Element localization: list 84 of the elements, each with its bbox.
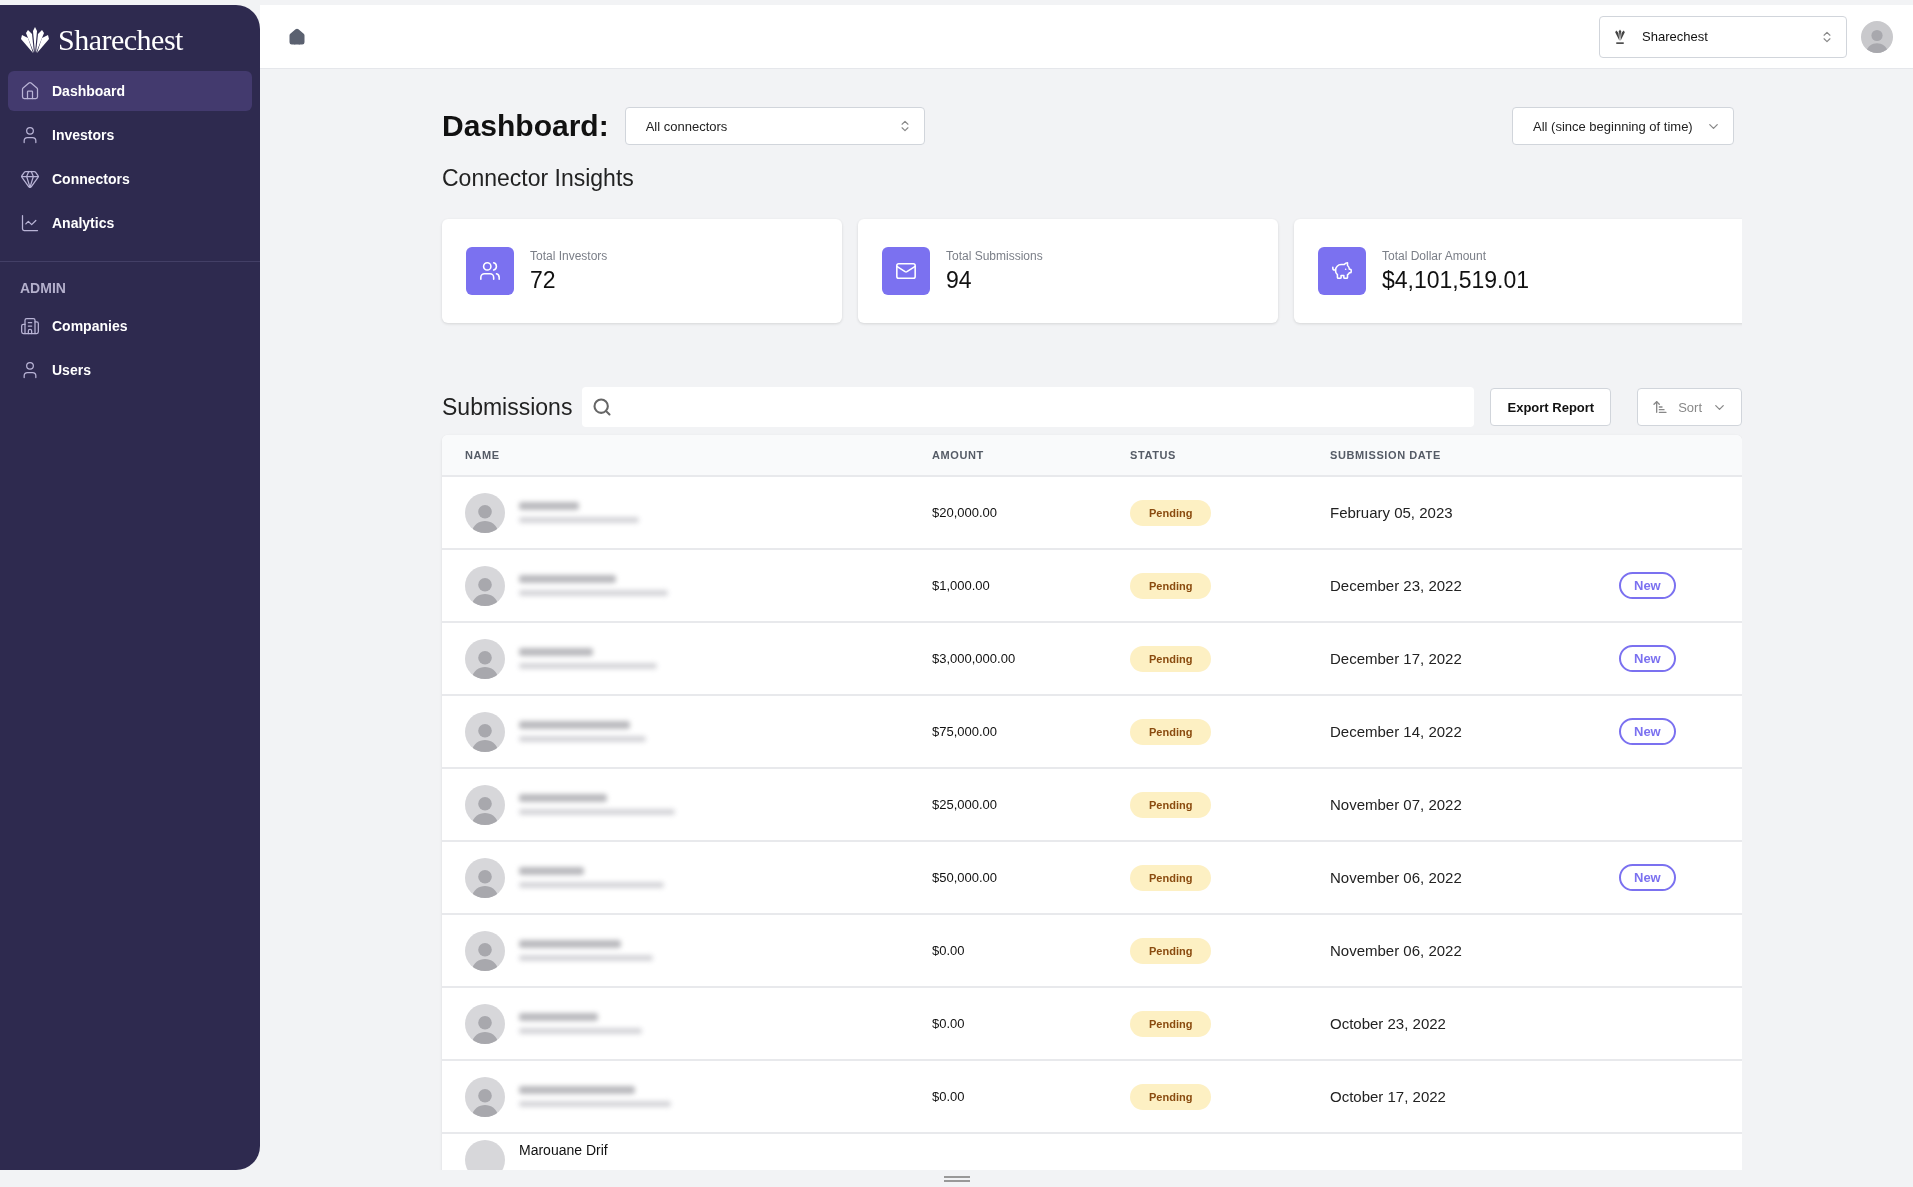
table-row[interactable]: $0.00 Pending October 17, 2022 [442, 1061, 1742, 1134]
section-title: Connector Insights [442, 165, 635, 192]
column-header: NAME [465, 449, 501, 461]
section-label: ADMIN [19, 280, 67, 298]
amount-cell-text: $0.00 [932, 943, 966, 958]
new-badge: New [1619, 864, 1676, 891]
date-cell-text: December 14, 2022 [1330, 723, 1463, 740]
connector-select[interactable]: All connectors [624, 107, 925, 145]
date-cell-text: November 06, 2022 [1330, 869, 1463, 886]
mail-icon [882, 247, 930, 295]
status-badge: Pending [1130, 499, 1212, 526]
status-badge: Pending [1130, 1083, 1212, 1110]
search-icon [592, 397, 613, 417]
resize-handle-icon[interactable] [943, 1175, 970, 1182]
table-row[interactable]: $0.00 Pending October 23, 2022 [442, 988, 1742, 1061]
sidebar-item[interactable]: Dashboard [8, 71, 252, 111]
sidebar-item[interactable]: Investors [8, 115, 252, 155]
logo-text: Sharechest [58, 23, 183, 57]
amount-cell-text: $25,000.00 [932, 797, 999, 812]
table-row[interactable]: $0.00 Pending November 06, 2022 [442, 915, 1742, 988]
status-badge: Pending [1130, 572, 1212, 599]
table-row[interactable]: $20,000.00 Pending February 05, 2023 [442, 477, 1742, 550]
avatar[interactable] [1861, 20, 1893, 53]
column-header: AMOUNT [932, 449, 985, 461]
export-button[interactable]: Export Report [1490, 388, 1612, 426]
status-badge: Pending [1130, 645, 1212, 672]
stat-value: $4,101,519.01 [1382, 266, 1530, 294]
stat-value: 94 [946, 266, 973, 294]
status-badge: Pending [1130, 791, 1212, 818]
sidebar-item[interactable]: Users [8, 350, 252, 390]
date-cell-text: November 07, 2022 [1330, 796, 1463, 813]
logo-icon [20, 25, 50, 55]
home-icon [20, 81, 40, 101]
table-row[interactable]: $25,000.00 Pending November 07, 2022 [442, 769, 1742, 842]
amount-cell-text: $0.00 [932, 1016, 966, 1031]
stat-label: Total Dollar Amount [1382, 248, 1488, 263]
logo-icon [1612, 27, 1628, 46]
sidebar-item[interactable]: Connectors [8, 159, 252, 199]
sidebar-item[interactable]: Companies [8, 306, 252, 346]
date-cell-text: December 17, 2022 [1330, 650, 1463, 667]
building-icon [20, 316, 40, 336]
column-header: SUBMISSION DATE [1330, 449, 1442, 461]
table-row[interactable]: $50,000.00 Pending November 06, 2022 New [442, 842, 1742, 915]
new-badge: New [1619, 645, 1676, 672]
column-header: STATUS [1130, 449, 1177, 461]
piggy-bank-icon [1318, 247, 1366, 295]
table-row[interactable]: $3,000,000.00 Pending December 17, 2022 New [442, 623, 1742, 696]
date-cell-text: December 23, 2022 [1330, 577, 1463, 594]
search-field[interactable] [582, 387, 1475, 427]
period-select[interactable]: All (since beginning of time) [1512, 107, 1734, 145]
status-badge: Pending [1130, 864, 1212, 891]
table-row[interactable]: $1,000.00 Pending December 23, 2022 New [442, 550, 1742, 623]
amount-cell-text: $20,000.00 [932, 505, 999, 520]
stat-value: 72 [530, 266, 557, 294]
investor-name: Marouane Drif [519, 1142, 608, 1158]
section-title: Submissions [442, 393, 573, 421]
date-cell-text: November 06, 2022 [1330, 942, 1463, 959]
table-row[interactable]: Marouane Drif [442, 1134, 1742, 1170]
diamond-icon [20, 169, 40, 189]
amount-cell-text: $0.00 [932, 1089, 966, 1104]
date-cell-text: February 05, 2023 [1330, 504, 1454, 521]
new-badge: New [1619, 572, 1676, 599]
status-badge: Pending [1130, 718, 1212, 745]
users-icon [466, 247, 514, 295]
stat-label: Total Investors [530, 248, 608, 263]
chart-icon [20, 213, 40, 233]
table-row[interactable]: $75,000.00 Pending December 14, 2022 New [442, 696, 1742, 769]
date-cell-text: October 17, 2022 [1330, 1088, 1447, 1105]
stat-label: Total Submissions [946, 248, 1043, 263]
avatar [465, 1140, 505, 1170]
status-badge: Pending [1130, 937, 1212, 964]
sidebar-item[interactable]: Analytics [8, 203, 252, 243]
sort-icon [1652, 399, 1669, 415]
sort-button[interactable]: Sort [1637, 388, 1742, 426]
amount-cell-text: $75,000.00 [932, 724, 999, 739]
home-icon[interactable] [288, 27, 306, 46]
amount-cell-text: $3,000,000.00 [932, 651, 1017, 666]
date-cell-text: October 23, 2022 [1330, 1015, 1447, 1032]
company-select[interactable]: Sharechest [1599, 15, 1847, 58]
amount-cell-text: $1,000.00 [932, 578, 991, 593]
amount-cell-text: $50,000.00 [932, 870, 999, 885]
page-title: Dashboard: [442, 109, 609, 143]
status-badge: Pending [1130, 1010, 1212, 1037]
new-badge: New [1619, 718, 1676, 745]
